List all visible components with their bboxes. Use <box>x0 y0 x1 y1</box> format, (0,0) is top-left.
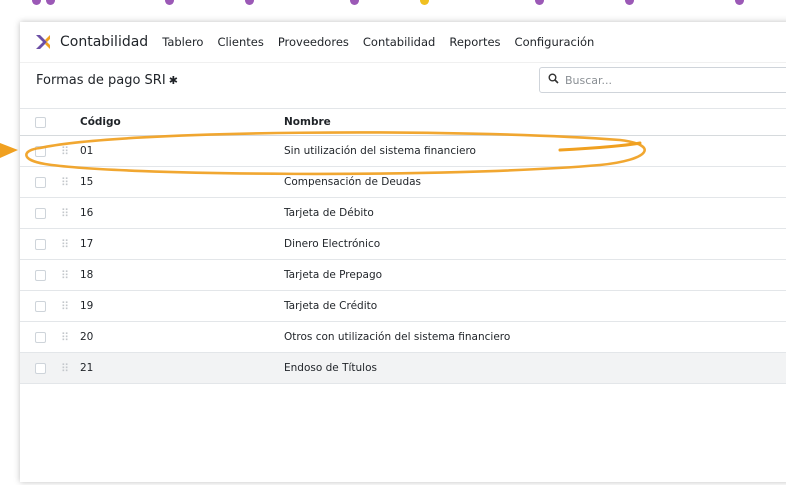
breadcrumb: Formas de pago SRI ✱ <box>36 73 178 88</box>
drag-handle-icon[interactable]: ⠿ <box>61 176 69 189</box>
search-icon <box>548 73 559 87</box>
drag-handle-icon[interactable]: ⠿ <box>61 362 69 375</box>
table-row[interactable]: ⠿ 16 Tarjeta de Débito <box>20 198 786 229</box>
row-checkbox[interactable] <box>35 238 46 250</box>
drag-handle-icon[interactable]: ⠿ <box>61 238 69 251</box>
row-checkbox[interactable] <box>35 300 46 312</box>
drag-handle-icon[interactable]: ⠿ <box>61 331 69 344</box>
row-code: 21 <box>80 362 94 374</box>
drag-handle-icon[interactable]: ⠿ <box>61 269 69 282</box>
row-code: 20 <box>80 331 94 343</box>
app-name[interactable]: Contabilidad <box>60 34 148 50</box>
table-row[interactable]: ⠿ 17 Dinero Electrónico <box>20 229 786 260</box>
table-row[interactable]: ⠿ 21 Endoso de Títulos <box>20 353 786 384</box>
menu-item-contabilidad[interactable]: Contabilidad <box>363 35 435 49</box>
row-checkbox[interactable] <box>35 176 46 188</box>
table-row[interactable]: ⠿ 20 Otros con utilización del sistema f… <box>20 322 786 353</box>
row-name: Tarjeta de Crédito <box>284 300 378 312</box>
bookmark-item[interactable] <box>32 0 55 5</box>
table-row[interactable]: ⠿ 18 Tarjeta de Prepago <box>20 260 786 291</box>
bookmark-item[interactable] <box>350 0 359 5</box>
menu-item-proveedores[interactable]: Proveedores <box>278 35 349 49</box>
search-box[interactable] <box>539 67 786 93</box>
row-code: 15 <box>80 176 94 188</box>
menu-item-clientes[interactable]: Clientes <box>217 35 263 49</box>
column-header-code[interactable]: Código <box>80 116 121 128</box>
bookmark-item[interactable] <box>420 0 429 5</box>
table-header: Código Nombre <box>20 108 786 136</box>
row-code: 18 <box>80 269 94 281</box>
table-row[interactable]: ⠿ 01 Sin utilización del sistema financi… <box>20 136 786 167</box>
bookmark-item[interactable] <box>245 0 254 5</box>
row-code: 16 <box>80 207 94 219</box>
table-row[interactable]: ⠿ 19 Tarjeta de Crédito <box>20 291 786 322</box>
row-name: Tarjeta de Débito <box>284 207 374 219</box>
row-checkbox[interactable] <box>35 145 46 157</box>
bookmark-item[interactable] <box>625 0 634 5</box>
row-name: Sin utilización del sistema financiero <box>284 145 476 157</box>
page-title: Formas de pago SRI <box>36 73 166 88</box>
select-all-checkbox[interactable] <box>35 116 46 128</box>
row-code: 19 <box>80 300 94 312</box>
bookmarks-bar <box>0 0 786 22</box>
row-name: Endoso de Títulos <box>284 362 377 374</box>
row-checkbox[interactable] <box>35 362 46 374</box>
table-row[interactable]: ⠿ 15 Compensación de Deudas <box>20 167 786 198</box>
menu-item-configuracion[interactable]: Configuración <box>515 35 595 49</box>
row-checkbox[interactable] <box>35 207 46 219</box>
row-name: Compensación de Deudas <box>284 176 422 188</box>
row-name: Dinero Electrónico <box>284 238 381 250</box>
drag-handle-icon[interactable]: ⠿ <box>61 300 69 313</box>
row-code: 17 <box>80 238 94 250</box>
bookmark-item[interactable] <box>535 0 544 5</box>
bookmark-item[interactable] <box>735 0 744 5</box>
row-checkbox[interactable] <box>35 269 46 281</box>
menu-item-tablero[interactable]: Tablero <box>162 35 203 49</box>
drag-handle-icon[interactable]: ⠿ <box>61 207 69 220</box>
search-input[interactable] <box>565 73 765 87</box>
payment-methods-list: Código Nombre ⠿ 01 Sin utilización del s… <box>20 108 786 384</box>
bookmark-item[interactable] <box>165 0 174 5</box>
drag-handle-icon[interactable]: ⠿ <box>61 145 69 158</box>
row-name: Tarjeta de Prepago <box>284 269 383 281</box>
row-checkbox[interactable] <box>35 331 46 343</box>
arrow-tip-icon <box>0 143 18 158</box>
accounting-logo-icon[interactable] <box>34 33 52 51</box>
gear-icon[interactable]: ✱ <box>169 74 178 87</box>
app-window: Contabilidad Tablero Clientes Proveedore… <box>20 22 786 482</box>
menu-item-reportes[interactable]: Reportes <box>449 35 500 49</box>
row-code: 01 <box>80 145 94 157</box>
control-panel: Formas de pago SRI ✱ <box>20 62 786 98</box>
column-header-name[interactable]: Nombre <box>284 116 331 128</box>
row-name: Otros con utilización del sistema financ… <box>284 331 511 343</box>
top-navbar: Contabilidad Tablero Clientes Proveedore… <box>20 22 786 62</box>
